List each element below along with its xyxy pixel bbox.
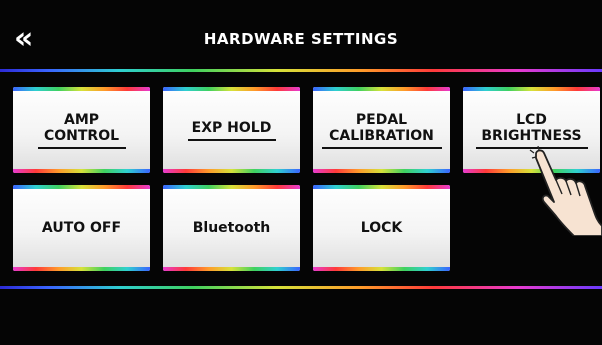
lock-button[interactable]: LOCK [313,185,450,271]
page-title: HARDWARE SETTINGS [203,30,399,48]
auto-off-label: AUTO OFF [41,220,122,236]
amp-control-button[interactable]: AMP CONTROL [13,87,150,173]
selection-underline [37,146,126,149]
lcd-brightness-label-line1: LCD [516,111,547,128]
bluetooth-button[interactable]: Bluetooth [163,185,300,271]
amp-control-label-line2: CONTROL [43,127,120,144]
hardware-settings-screen: « HARDWARE SETTINGS AMP CONTROL EXP HOLD… [0,0,602,345]
auto-off-button[interactable]: AUTO OFF [13,185,150,271]
pedal-calibration-label-line1: PEDAL [355,111,408,128]
pointing-hand-icon [529,146,602,236]
selection-underline [187,138,276,141]
title-bar: « HARDWARE SETTINGS [0,0,602,70]
pedal-calibration-label-line2: CALIBRATION [329,127,434,144]
bottom-divider [0,286,602,289]
pedal-calibration-button[interactable]: PEDAL CALIBRATION [313,87,450,173]
lcd-brightness-label-line2: BRIGHTNESS [481,127,582,144]
bluetooth-label: Bluetooth [192,220,271,236]
selection-underline [321,146,442,149]
lock-label: LOCK [360,220,403,236]
top-divider [0,69,602,72]
exp-hold-label: EXP HOLD [191,119,272,136]
amp-control-label-line1: AMP [63,111,100,128]
exp-hold-button[interactable]: EXP HOLD [163,87,300,173]
